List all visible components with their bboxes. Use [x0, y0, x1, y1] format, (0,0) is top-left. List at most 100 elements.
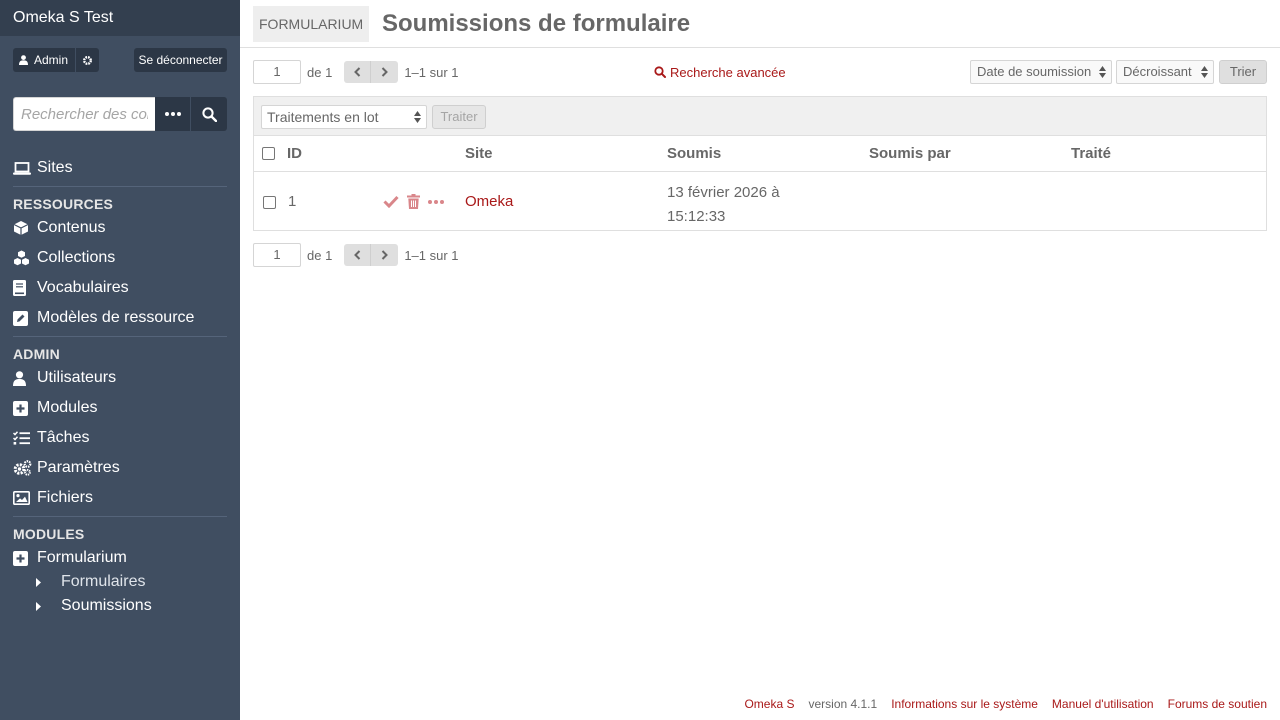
cubes-icon — [13, 250, 32, 266]
select-arrows-icon — [1201, 66, 1208, 78]
column-header-submitted-by[interactable]: Soumis par — [869, 145, 951, 162]
previous-page-button[interactable] — [344, 244, 372, 266]
nav-item-label: Paramètres — [37, 459, 120, 476]
row-submitted-date-line1: 13 février 2026 à — [667, 184, 780, 201]
tasks-icon — [13, 430, 32, 446]
search-input[interactable] — [13, 97, 155, 131]
logout-button[interactable]: Se déconnecter — [134, 48, 227, 72]
column-header-site[interactable]: Site — [465, 145, 493, 162]
user-button[interactable]: Admin — [13, 48, 76, 72]
nav-heading-resources: RESSOURCES — [13, 196, 114, 212]
search-submit-button[interactable] — [191, 97, 227, 131]
plus-square-icon — [13, 550, 32, 566]
nav-item-contenus[interactable]: Contenus — [13, 217, 106, 239]
nav-item-fichiers[interactable]: Fichiers — [13, 487, 93, 509]
plus-square-icon — [13, 400, 32, 416]
chevron-right-icon — [382, 67, 389, 77]
column-header-processed[interactable]: Traité — [1071, 145, 1111, 162]
nav-sites-label: Sites — [37, 159, 73, 176]
user-settings-button[interactable] — [75, 48, 100, 72]
page-input[interactable]: 1 — [253, 60, 301, 84]
user-icon — [13, 370, 32, 386]
column-header-submitted[interactable]: Soumis — [667, 145, 721, 162]
trash-icon — [407, 194, 420, 209]
user-bar: Admin — [13, 48, 100, 72]
sort-order-select[interactable]: Décroissant — [1116, 60, 1214, 84]
ellipsis-icon — [428, 199, 444, 204]
next-page-button[interactable] — [371, 244, 399, 266]
nav-subitem-label: Formulaires — [61, 573, 146, 590]
sort-by-value: Date de soumission — [977, 64, 1092, 79]
batch-actions-bar: Traitements en lot Traiter — [253, 96, 1267, 135]
sidebar-search — [13, 97, 227, 131]
nav-divider — [13, 186, 227, 187]
search-icon — [654, 66, 666, 78]
sidebar: Omeka S Test Admin Se déconnecter Sites … — [0, 0, 240, 720]
row-count: 1–1 sur 1 — [404, 64, 459, 80]
footer-forums-link[interactable]: Forums de soutien — [1168, 697, 1267, 711]
nav-item-label: Utilisateurs — [37, 369, 117, 386]
nav-item-collections[interactable]: Collections — [13, 247, 115, 269]
nav-item-label: Collections — [37, 249, 116, 266]
ellipsis-icon — [164, 112, 181, 116]
select-all-checkbox[interactable] — [262, 147, 275, 160]
nav-sites[interactable]: Sites — [13, 157, 73, 179]
pagination-bottom: 1 de 1 1–1 sur 1 — [253, 243, 459, 267]
main-content: FORMULARIUM Soumissions de formulaire 1 … — [240, 0, 1280, 720]
gear-icon — [83, 55, 93, 65]
batch-apply-button[interactable]: Traiter — [432, 105, 486, 129]
row-site-link[interactable]: Omeka — [465, 193, 513, 210]
laptop-icon — [13, 160, 32, 176]
page-input[interactable]: 1 — [253, 243, 301, 267]
batch-actions-value: Traitements en lot — [267, 109, 379, 125]
user-name: Admin — [34, 53, 69, 67]
nav-item-label: Fichiers — [37, 489, 94, 506]
user-icon — [19, 55, 28, 65]
nav-item-modeles[interactable]: Modèles de ressource — [13, 307, 194, 329]
nav-item-parametres[interactable]: Paramètres — [13, 457, 120, 479]
nav-subitem-formulaires[interactable]: Formulaires — [36, 572, 145, 592]
footer-system-info-link[interactable]: Informations sur le système — [891, 697, 1038, 711]
nav-item-label: Contenus — [37, 219, 106, 236]
mark-processed-button[interactable] — [383, 195, 399, 208]
row-id: 1 — [288, 193, 297, 210]
footer-version: version 4.1.1 — [808, 697, 878, 711]
cogs-icon — [13, 460, 32, 476]
select-arrows-icon — [1099, 66, 1106, 78]
nav-item-utilisateurs[interactable]: Utilisateurs — [13, 367, 116, 389]
nav-item-label: Modèles de ressource — [37, 309, 195, 326]
row-checkbox[interactable] — [263, 196, 276, 209]
select-arrows-icon — [414, 111, 421, 123]
batch-actions-select[interactable]: Traitements en lot — [261, 105, 427, 129]
sort-by-select[interactable]: Date de soumission — [970, 60, 1112, 84]
page-total: de 1 — [307, 247, 333, 263]
submissions-table: ID Site Soumis Soumis par Traité 1 Omeka — [253, 135, 1267, 231]
row-submitted-date: 13 février 2026 à 15:12:33 — [667, 181, 780, 229]
footer-manual-link[interactable]: Manuel d'utilisation — [1052, 697, 1154, 711]
nav-heading-modules: MODULES — [13, 526, 85, 542]
nav-item-label: Vocabulaires — [37, 279, 129, 296]
install-title[interactable]: Omeka S Test — [0, 0, 240, 36]
delete-button[interactable] — [407, 194, 420, 209]
nav-subitem-soumissions[interactable]: Soumissions — [36, 596, 152, 616]
previous-page-button[interactable] — [344, 61, 372, 83]
nav-item-taches[interactable]: Tâches — [13, 427, 89, 449]
page-header: FORMULARIUM Soumissions de formulaire — [240, 0, 1280, 48]
advanced-search-label: Recherche avancée — [670, 64, 786, 80]
footer-omeka-link[interactable]: Omeka S — [744, 697, 794, 711]
column-header-id[interactable]: ID — [287, 145, 302, 162]
nav-subitem-label: Soumissions — [61, 597, 152, 614]
nav-item-modules[interactable]: Modules — [13, 397, 97, 419]
sort-button[interactable]: Trier — [1219, 60, 1267, 84]
search-options-button[interactable] — [155, 97, 191, 131]
next-page-button[interactable] — [371, 61, 399, 83]
nav-divider — [13, 336, 227, 337]
advanced-search-link[interactable]: Recherche avancée — [654, 64, 786, 80]
chevron-left-icon — [353, 250, 361, 260]
caret-right-icon — [36, 577, 61, 587]
more-actions-button[interactable] — [428, 199, 444, 204]
nav-item-vocabulaires[interactable]: Vocabulaires — [13, 277, 129, 299]
row-actions — [383, 194, 452, 209]
row-submitted-date-line2: 15:12:33 — [667, 208, 726, 225]
nav-item-formularium[interactable]: Formularium — [13, 547, 127, 569]
